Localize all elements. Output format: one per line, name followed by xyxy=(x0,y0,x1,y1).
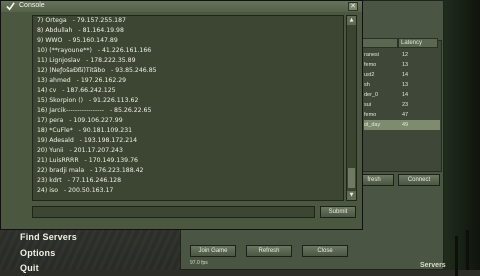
console-titlebar[interactable]: Console ✕ xyxy=(1,1,362,12)
console-line: 16) Jarcik----------------- - 85.26.22.6… xyxy=(37,107,152,114)
latency-column-header[interactable]: Latency xyxy=(398,38,438,48)
server-row-selected[interactable]: ol_day 49 xyxy=(364,120,440,130)
close-icon[interactable]: ✕ xyxy=(348,2,358,11)
submit-button[interactable]: Submit xyxy=(320,206,356,218)
refresh-bottom-button[interactable]: Refresh xyxy=(246,245,292,257)
server-latency: 14 xyxy=(402,92,409,98)
server-row[interactable]: femo 13 xyxy=(364,60,440,70)
console-line: 19) Adesald - 193.198.172.214 xyxy=(37,137,138,144)
console-line: 13) ahmed - 197.26.162.29 xyxy=(37,77,127,84)
server-latency: 23 xyxy=(402,102,409,108)
server-row[interactable]: sh 13 xyxy=(364,80,440,90)
server-name: ol_day xyxy=(364,122,381,128)
server-row[interactable]: sui 23 xyxy=(364,100,440,110)
server-row[interactable]: ust2 14 xyxy=(364,70,440,80)
console-scrollbar[interactable]: ▲ ▼ xyxy=(346,15,357,201)
console-line: 20) Yunii - 201.17.207.243 xyxy=(37,147,123,154)
menu-item-quit[interactable]: Quit xyxy=(20,263,39,273)
server-name: femo xyxy=(364,62,377,68)
server-latency: 14 xyxy=(402,72,409,78)
server-name: der_0 xyxy=(364,92,379,98)
scroll-up-icon[interactable]: ▲ xyxy=(347,16,356,25)
console-line: 24) iso - 200.50.163.17 xyxy=(37,187,114,194)
console-line: 11) Lignjoslav - 178.222.35.89 xyxy=(37,57,136,64)
console-output: 7) Ortega - 79.157.255.187 8) Abdullah -… xyxy=(32,15,344,201)
console-title: Console xyxy=(19,2,45,9)
menu-item-find-servers[interactable]: Find Servers xyxy=(20,232,77,242)
join-game-button[interactable]: Join Game xyxy=(190,245,236,257)
console-line: 17) pera - 109.106.227.99 xyxy=(37,117,123,124)
background-pole xyxy=(455,236,458,276)
console-line: 7) Ortega - 79.157.255.187 xyxy=(37,17,126,24)
server-name: sui xyxy=(364,102,372,108)
fps-readout: 97.0 fps xyxy=(190,260,208,266)
console-command-input[interactable] xyxy=(32,206,315,218)
console-line: 22) bradji mala - 176.223.188.42 xyxy=(37,167,144,174)
console-line: 12) )NeƒošaÐßï)Titãbo - 93.85.246.85 xyxy=(37,67,157,74)
console-line: 21) LuisRRRR - 170.149.139.76 xyxy=(37,157,138,164)
background-pole xyxy=(466,230,469,270)
servers-label: Servers xyxy=(420,262,446,269)
scroll-down-icon[interactable]: ▼ xyxy=(347,191,356,200)
close-button[interactable]: Close xyxy=(302,245,348,257)
connect-button[interactable]: Connect xyxy=(398,174,440,186)
server-latency: 13 xyxy=(402,62,409,68)
server-latency: 12 xyxy=(402,52,409,58)
server-name: sh xyxy=(364,82,370,88)
server-name: ranesi xyxy=(364,52,379,58)
console-window: Console ✕ 7) Ortega - 79.157.255.187 8) … xyxy=(0,0,363,230)
console-line: 8) Abdullah - 81.164.19.98 xyxy=(37,27,124,34)
server-name: femo xyxy=(364,112,377,118)
server-row[interactable]: femo 47 xyxy=(364,110,440,120)
server-latency: 49 xyxy=(402,122,409,128)
menu-item-options[interactable]: Options xyxy=(20,248,55,258)
console-line: 18) *CuFle* - 90.181.109.231 xyxy=(37,127,133,134)
server-row[interactable]: der_0 14 xyxy=(364,90,440,100)
server-latency: 13 xyxy=(402,82,409,88)
server-latency: 47 xyxy=(402,112,409,118)
console-line: 10) (**rayoune**) - 41.226.161.166 xyxy=(37,47,152,54)
check-icon xyxy=(6,2,15,11)
console-line: 23) kdrt - 77.116.246.128 xyxy=(37,177,122,184)
console-line: 14) cv - 187.66.242.125 xyxy=(37,87,116,94)
server-row[interactable]: ranesi 12 xyxy=(364,50,440,60)
console-line: 15) Skorpion () - 91.226.113.62 xyxy=(37,97,139,104)
server-name: ust2 xyxy=(364,72,375,78)
scroll-thumb[interactable] xyxy=(348,168,355,188)
console-line: 9) WWO - 95.160.147.89 xyxy=(37,37,118,44)
